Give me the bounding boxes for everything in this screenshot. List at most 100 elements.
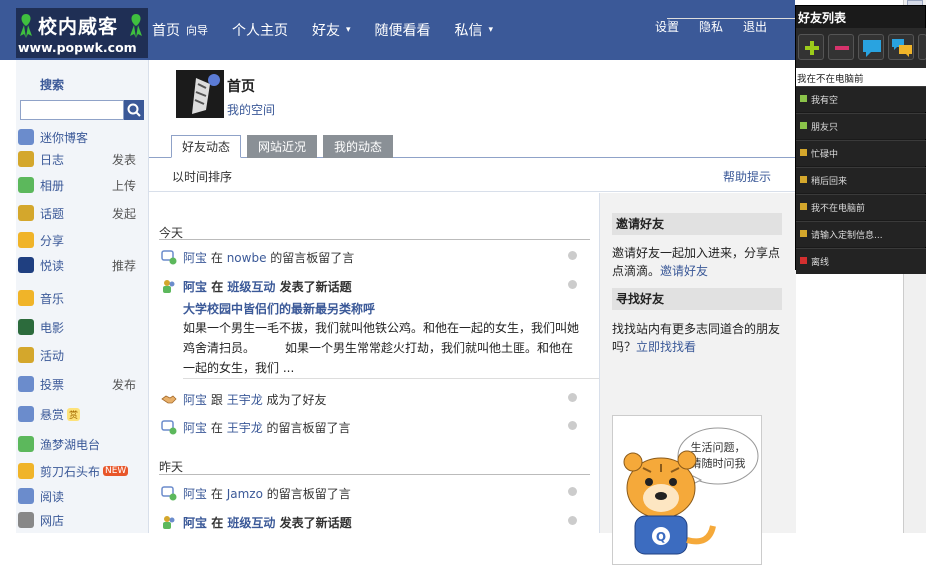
- sidebar-item[interactable]: 网店: [16, 509, 148, 531]
- message-icon: [161, 486, 177, 501]
- sidebar-item[interactable]: 分享: [16, 229, 148, 251]
- privacy-link[interactable]: 隐私: [689, 18, 733, 35]
- sidebar-item-action[interactable]: 发起: [112, 205, 136, 222]
- game-icon: [18, 463, 34, 479]
- current-status[interactable]: 我在不在电脑前: [796, 68, 926, 86]
- chat-button[interactable]: [858, 34, 884, 60]
- feed-item: 阿宝 在 班级互动 发表了新话题 大学校园中皆侣们的最新最另类称呼 如果一个男生…: [161, 278, 589, 378]
- svg-text:Q: Q: [656, 530, 666, 544]
- search-input[interactable]: [20, 100, 124, 120]
- delete-icon[interactable]: [568, 280, 577, 289]
- sidebar-item[interactable]: 剪刀石头布 NEW: [16, 460, 148, 482]
- sidebar-item-label: 日志: [40, 152, 65, 167]
- avatar[interactable]: [176, 70, 224, 118]
- sidebar-item[interactable]: 迷你博客: [16, 126, 148, 148]
- status-option[interactable]: 离线: [796, 248, 926, 274]
- activity-icon: [18, 347, 34, 363]
- people-icon: [163, 280, 175, 293]
- feed-user[interactable]: 阿宝: [183, 393, 207, 407]
- minus-icon: [835, 46, 849, 50]
- sidebar-item-label: 悬赏: [40, 407, 65, 422]
- delete-icon[interactable]: [568, 251, 577, 260]
- status-option[interactable]: 稍后回来: [796, 167, 926, 193]
- music-icon: [18, 290, 34, 306]
- sidebar-item[interactable]: 渔梦湖电台: [16, 433, 148, 455]
- feed-user[interactable]: 阿宝: [183, 251, 207, 265]
- group-chat-button[interactable]: [888, 34, 914, 60]
- add-friend-button[interactable]: [798, 34, 824, 60]
- sidebar-item[interactable]: 话题 发起: [16, 202, 148, 224]
- feed-item: 阿宝 在 nowbe 的留言板留了言: [161, 249, 589, 269]
- delete-icon[interactable]: [568, 516, 577, 525]
- status-dot-icon: [800, 176, 807, 183]
- status-option[interactable]: 我有空: [796, 86, 926, 112]
- nav-browse[interactable]: 随便看看: [375, 20, 431, 40]
- feed-link[interactable]: 班级互动: [227, 280, 275, 294]
- help-link[interactable]: 帮助提示: [723, 168, 771, 185]
- logout-link[interactable]: 退出: [733, 18, 777, 35]
- sidebar-item[interactable]: 悬赏赏: [16, 403, 148, 425]
- invite-link[interactable]: 邀请好友: [660, 264, 708, 278]
- nav-home[interactable]: 首页 向导: [152, 20, 208, 40]
- radio-icon: [18, 436, 34, 452]
- delete-icon[interactable]: [568, 487, 577, 496]
- status-option[interactable]: 朋友只: [796, 113, 926, 139]
- nav-profile[interactable]: 个人主页: [232, 20, 288, 40]
- invite-text: 邀请好友一起加入进来，分享点点滴滴。邀请好友: [612, 246, 781, 278]
- status-option[interactable]: 忙碌中: [796, 140, 926, 166]
- sidebar-item-action[interactable]: 推荐: [112, 257, 136, 274]
- feed-item: 阿宝 在 班级互动 发表了新话题: [161, 514, 589, 533]
- feed-link[interactable]: Jamzo: [227, 487, 263, 501]
- sidebar-item[interactable]: 活动: [16, 344, 148, 366]
- sidebar-item[interactable]: 音乐: [16, 287, 148, 309]
- sidebar-item[interactable]: 悦读 推荐: [16, 254, 148, 276]
- find-link[interactable]: 立即找找看: [636, 340, 696, 354]
- sidebar-item-action[interactable]: 上传: [112, 177, 136, 194]
- remove-friend-button[interactable]: [828, 34, 854, 60]
- feed-user[interactable]: 阿宝: [183, 487, 207, 501]
- sidebar-item-action[interactable]: 发表: [112, 151, 136, 168]
- feed-link[interactable]: 王宇龙: [227, 393, 263, 407]
- nav-friends[interactable]: 好友 ▾: [312, 20, 351, 40]
- nav-messages[interactable]: 私信 ▾: [455, 20, 494, 40]
- tab-site-news[interactable]: 网站近况: [247, 135, 318, 158]
- feed-user[interactable]: 阿宝: [183, 280, 207, 294]
- friends-toolbar: [796, 28, 926, 68]
- feed-link[interactable]: 班级互动: [227, 516, 275, 530]
- site-logo[interactable]: 校内威客 www.popwk.com: [16, 8, 148, 58]
- sidebar-item[interactable]: 投票 发布: [16, 373, 148, 395]
- more-button[interactable]: [918, 34, 926, 60]
- nav-home-guide[interactable]: 向导: [186, 22, 208, 38]
- invite-title: 邀请好友: [612, 213, 782, 235]
- feed-list: 今天 阿宝 在 nowbe 的留言板留了言 阿宝 在 班级互动 发表了新话题 大…: [149, 193, 599, 533]
- search-button[interactable]: [124, 100, 144, 120]
- my-space-link[interactable]: 我的空间: [227, 101, 275, 118]
- photo-icon: [18, 177, 34, 193]
- sidebar-item[interactable]: 日志 发表: [16, 148, 148, 170]
- sidebar-item[interactable]: 电影: [16, 316, 148, 338]
- status-option[interactable]: 我不在电脑前: [796, 194, 926, 220]
- feed-link[interactable]: nowbe: [227, 251, 267, 265]
- sidebar-item[interactable]: 阅读: [16, 485, 148, 507]
- sidebar-item[interactable]: 相册 上传: [16, 174, 148, 196]
- delete-icon[interactable]: [568, 421, 577, 430]
- status-option[interactable]: 请输入定制信息...: [796, 221, 926, 247]
- sidebar-item-action[interactable]: 发布: [112, 376, 136, 393]
- tab-friend-feed[interactable]: 好友动态: [171, 135, 242, 158]
- status-label: 请输入定制信息...: [811, 231, 883, 241]
- feed-user[interactable]: 阿宝: [183, 516, 207, 530]
- tab-my-feed[interactable]: 我的动态: [323, 135, 394, 158]
- sort-by-time[interactable]: 以时间排序: [172, 168, 232, 185]
- feed-link[interactable]: 王宇龙: [227, 421, 263, 435]
- feed-item: 阿宝 在 Jamzo 的留言板留了言: [161, 485, 589, 505]
- delete-icon[interactable]: [568, 393, 577, 402]
- topic-title[interactable]: 大学校园中皆侣们的最新最另类称呼: [183, 300, 375, 317]
- sidebar-item-label: 阅读: [40, 489, 65, 504]
- feed-user[interactable]: 阿宝: [183, 421, 207, 435]
- mascot-image[interactable]: 生活问题， 请随时问我 Q: [612, 415, 762, 565]
- nav-right-links: 设置 | 隐私 | 退出: [645, 18, 926, 35]
- sidebar-item-label: 话题: [40, 206, 65, 221]
- shop-icon: [18, 512, 34, 528]
- bubble-text-2: 请随时问我: [691, 456, 746, 470]
- chevron-down-icon: ▾: [346, 25, 351, 35]
